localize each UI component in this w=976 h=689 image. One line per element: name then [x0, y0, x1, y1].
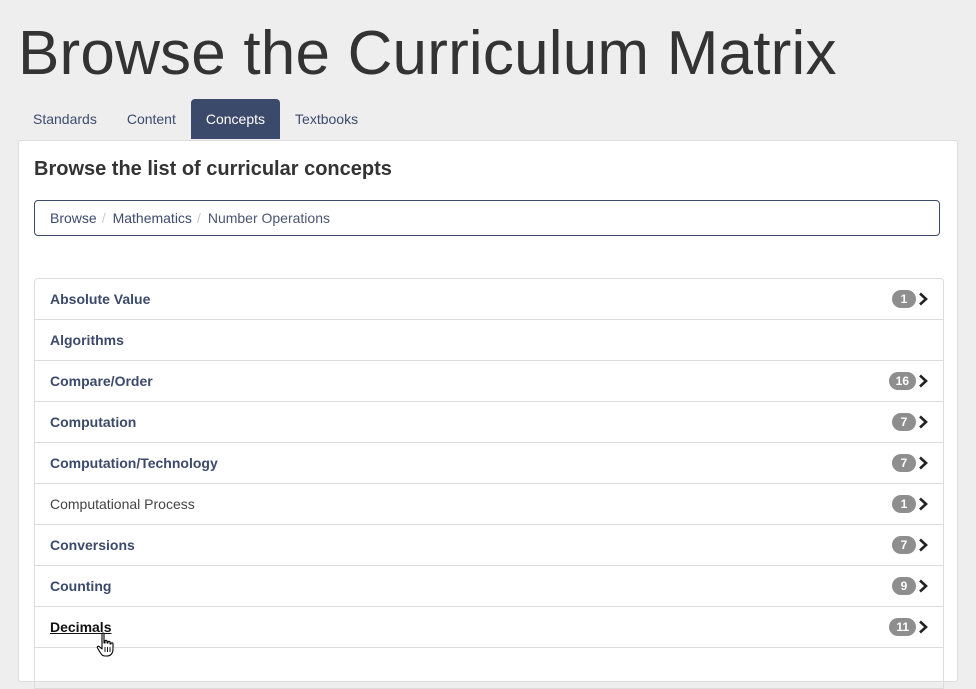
- chevron-right-icon[interactable]: [918, 538, 928, 552]
- concept-label[interactable]: Computation/Technology: [50, 443, 218, 483]
- count-badge: 16: [888, 372, 916, 390]
- breadcrumb-number-operations: Number Operations: [207, 210, 330, 226]
- concept-count-group: 9: [892, 566, 928, 606]
- breadcrumb: Browse / Mathematics / Number Operations: [34, 200, 940, 236]
- concept-item-computational-process[interactable]: Computational Process 1: [35, 484, 943, 525]
- concept-label[interactable]: Compare/Order: [50, 361, 153, 401]
- page-title: Browse the Curriculum Matrix: [18, 19, 837, 88]
- tab-concepts[interactable]: Concepts: [190, 99, 281, 139]
- count-badge: 11: [889, 618, 916, 636]
- count-badge: 9: [892, 577, 916, 595]
- concepts-panel: Browse the list of curricular concepts B…: [18, 140, 958, 689]
- chevron-right-icon[interactable]: [918, 579, 928, 593]
- concept-label[interactable]: Decimals: [50, 607, 111, 647]
- concept-count-group: 7: [892, 525, 928, 565]
- chevron-right-icon[interactable]: [918, 374, 928, 388]
- panel-heading: Browse the list of curricular concepts: [34, 158, 392, 180]
- concept-item-algorithms[interactable]: Algorithms: [35, 320, 943, 361]
- chevron-right-icon[interactable]: [918, 456, 928, 470]
- concept-item-counting[interactable]: Counting 9: [35, 566, 943, 607]
- count-badge: 7: [892, 454, 916, 472]
- concept-count-group: 16: [888, 361, 928, 401]
- breadcrumb-separator: /: [101, 210, 106, 226]
- tab-standards[interactable]: Standards: [18, 99, 112, 139]
- concept-count-group: 11: [889, 607, 928, 647]
- concept-item-computation[interactable]: Computation 7: [35, 402, 943, 443]
- concept-item-conversions[interactable]: Conversions 7: [35, 525, 943, 566]
- concept-item-next[interactable]: [35, 648, 943, 689]
- concept-item-compare-order[interactable]: Compare/Order 16: [35, 361, 943, 402]
- concept-count-group: 7: [892, 402, 928, 442]
- concept-item-computation-technology[interactable]: Computation/Technology 7: [35, 443, 943, 484]
- tab-content[interactable]: Content: [112, 99, 191, 139]
- concept-label[interactable]: Absolute Value: [50, 279, 150, 319]
- count-badge: 1: [892, 495, 916, 513]
- concept-item-absolute-value[interactable]: Absolute Value 1: [35, 279, 943, 320]
- concept-count-group: 1: [892, 484, 928, 524]
- concept-label[interactable]: Computational Process: [50, 484, 195, 524]
- concept-count-group: 1: [892, 279, 928, 319]
- concept-item-decimals[interactable]: Decimals 11: [35, 607, 943, 648]
- chevron-right-icon[interactable]: [918, 620, 928, 634]
- concept-list: Absolute Value 1 Algorithms Compare/Orde…: [34, 278, 944, 689]
- count-badge: 7: [892, 536, 916, 554]
- breadcrumb-browse[interactable]: Browse: [50, 210, 97, 226]
- concept-label[interactable]: Counting: [50, 566, 111, 606]
- chevron-right-icon[interactable]: [918, 415, 928, 429]
- chevron-right-icon[interactable]: [918, 497, 928, 511]
- count-badge: 7: [892, 413, 916, 431]
- breadcrumb-mathematics[interactable]: Mathematics: [113, 210, 192, 226]
- chevron-right-icon[interactable]: [918, 292, 928, 306]
- concept-label[interactable]: Algorithms: [50, 320, 124, 360]
- count-badge: 1: [892, 290, 916, 308]
- concept-count-group: 7: [892, 443, 928, 483]
- tab-textbooks[interactable]: Textbooks: [280, 99, 373, 139]
- concept-label[interactable]: Conversions: [50, 525, 135, 565]
- main-tabs: Standards Content Concepts Textbooks: [18, 99, 373, 139]
- concept-label[interactable]: Computation: [50, 402, 136, 442]
- breadcrumb-separator: /: [196, 210, 201, 226]
